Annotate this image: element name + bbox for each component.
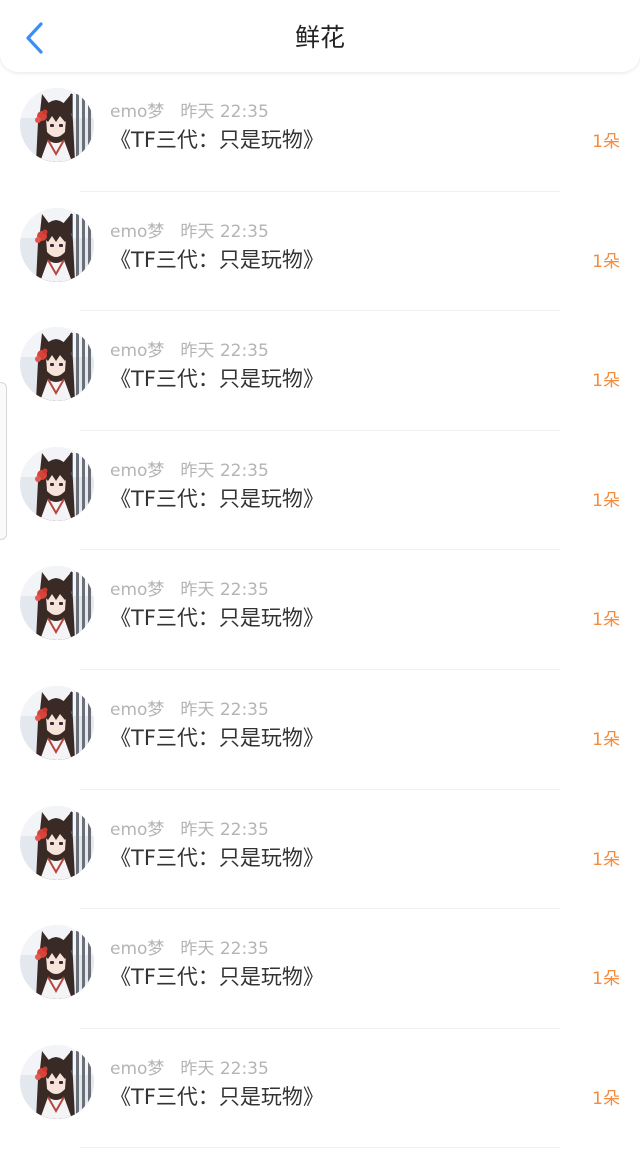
- username[interactable]: emo梦: [110, 580, 164, 600]
- top-bar: 鲜花: [0, 0, 640, 72]
- timestamp: 昨天 22:35: [180, 819, 269, 840]
- avatar[interactable]: [20, 446, 94, 521]
- book-title[interactable]: 《TF三代：只是玩物》: [110, 961, 324, 991]
- flower-count: 1朵: [592, 610, 620, 631]
- item-meta: emo梦 昨天 22:35: [110, 815, 269, 840]
- book-title[interactable]: 《TF三代：只是玩物》: [110, 124, 324, 154]
- flower-count: 1朵: [592, 849, 620, 870]
- book-title[interactable]: 《TF三代：只是玩物》: [110, 244, 324, 274]
- item-meta: emo梦 昨天 22:35: [110, 456, 269, 481]
- list-item[interactable]: emo梦 昨天 22:35 《TF三代：只是玩物》 1朵: [0, 550, 640, 670]
- timestamp: 昨天 22:35: [180, 939, 269, 960]
- item-meta: emo梦 昨天 22:35: [110, 336, 269, 361]
- list-item[interactable]: emo梦 昨天 22:35 《TF三代：只是玩物》 1朵: [0, 431, 640, 551]
- list-item[interactable]: emo梦 昨天 22:35 《TF三代：只是玩物》 1朵: [0, 670, 640, 790]
- username[interactable]: emo梦: [110, 1059, 164, 1079]
- avatar[interactable]: [20, 88, 94, 162]
- book-title[interactable]: 《TF三代：只是玩物》: [110, 1081, 324, 1111]
- list-item[interactable]: emo梦 昨天 22:35 《TF三代：只是玩物》 1朵: [0, 72, 640, 192]
- avatar[interactable]: [20, 1044, 94, 1119]
- item-meta: emo梦 昨天 22:35: [110, 695, 269, 720]
- avatar[interactable]: [20, 805, 94, 880]
- avatar[interactable]: [20, 207, 94, 282]
- username[interactable]: emo梦: [110, 820, 164, 840]
- flower-count: 1朵: [592, 969, 620, 990]
- item-meta: emo梦 昨天 22:35: [110, 217, 269, 242]
- list-item[interactable]: emo梦 昨天 22:35 《TF三代：只是玩物》 1朵: [0, 192, 640, 312]
- timestamp: 昨天 22:35: [180, 1058, 269, 1079]
- list-item[interactable]: emo梦 昨天 22:35 《TF三代：只是玩物》 1朵: [0, 311, 640, 431]
- flower-count: 1朵: [592, 729, 620, 750]
- book-title[interactable]: 《TF三代：只是玩物》: [110, 483, 324, 513]
- timestamp: 昨天 22:35: [180, 102, 269, 122]
- avatar[interactable]: [20, 327, 94, 402]
- flower-count: 1朵: [592, 371, 620, 392]
- book-title[interactable]: 《TF三代：只是玩物》: [110, 602, 324, 632]
- item-meta: emo梦 昨天 22:35: [110, 934, 269, 959]
- timestamp: 昨天 22:35: [180, 460, 269, 481]
- item-meta: emo梦 昨天 22:35: [110, 1054, 269, 1079]
- timestamp: 昨天 22:35: [180, 699, 269, 720]
- flower-count: 1朵: [592, 251, 620, 272]
- book-title[interactable]: 《TF三代：只是玩物》: [110, 722, 324, 752]
- flower-count: 1朵: [592, 132, 620, 152]
- item-meta: emo梦 昨天 22:35: [110, 97, 269, 122]
- flower-count: 1朵: [592, 490, 620, 511]
- item-meta: emo梦 昨天 22:35: [110, 575, 269, 600]
- timestamp: 昨天 22:35: [180, 341, 269, 362]
- flower-list: emo梦 昨天 22:35 《TF三代：只是玩物》 1朵 emo梦 昨天 22:35…: [0, 72, 640, 1149]
- list-item[interactable]: emo梦 昨天 22:35 《TF三代：只是玩物》 1朵: [0, 1029, 640, 1149]
- list-item[interactable]: emo梦 昨天 22:35 《TF三代：只是玩物》 1朵: [0, 909, 640, 1029]
- username[interactable]: emo梦: [110, 222, 164, 242]
- avatar[interactable]: [20, 685, 94, 760]
- book-title[interactable]: 《TF三代：只是玩物》: [110, 842, 324, 872]
- username[interactable]: emo梦: [110, 461, 164, 481]
- username[interactable]: emo梦: [110, 700, 164, 720]
- timestamp: 昨天 22:35: [180, 580, 269, 601]
- username[interactable]: emo梦: [110, 102, 164, 122]
- list-item[interactable]: emo梦 昨天 22:35 《TF三代：只是玩物》 1朵: [0, 790, 640, 910]
- avatar[interactable]: [20, 925, 94, 1000]
- username[interactable]: emo梦: [110, 341, 164, 361]
- page-title: 鲜花: [294, 23, 345, 52]
- username[interactable]: emo梦: [110, 939, 164, 959]
- flower-count: 1朵: [592, 1088, 620, 1109]
- timestamp: 昨天 22:35: [180, 221, 269, 242]
- book-title[interactable]: 《TF三代：只是玩物》: [110, 363, 324, 393]
- divider: [80, 1147, 560, 1149]
- side-edge-handle[interactable]: [0, 382, 7, 540]
- avatar[interactable]: [20, 566, 94, 641]
